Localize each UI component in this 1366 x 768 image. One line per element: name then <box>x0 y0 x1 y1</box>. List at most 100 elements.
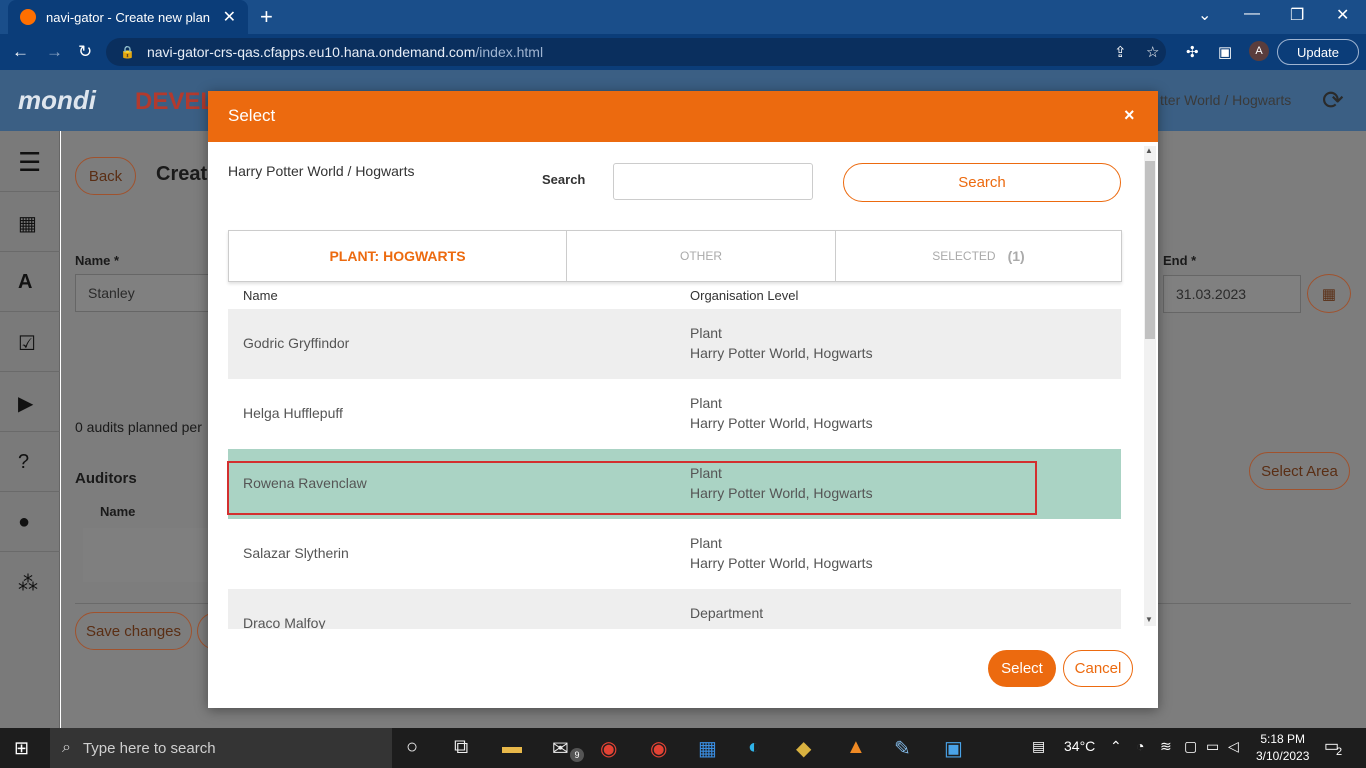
volume-icon[interactable]: ◁ <box>1228 738 1239 755</box>
end-label: End * <box>1163 253 1197 268</box>
row-level: Plant <box>690 325 722 341</box>
restore-icon[interactable]: ❐ <box>1290 5 1304 25</box>
update-button[interactable]: Update <box>1277 39 1359 65</box>
reload-icon[interactable]: ↻ <box>78 42 92 62</box>
extensions-icon[interactable]: ✣ <box>1186 43 1199 61</box>
paint-icon[interactable]: ✎ <box>894 736 911 761</box>
select-button[interactable]: Select <box>988 650 1056 687</box>
play-icon[interactable]: ▶ <box>18 391 33 416</box>
sidepanel-icon[interactable]: ▣ <box>1218 43 1232 61</box>
table-row[interactable]: Draco Malfoy Department <box>228 589 1121 629</box>
share-icon[interactable]: ⇪ <box>1114 43 1127 61</box>
select-dialog: Select × Harry Potter World / Hogwarts S… <box>208 91 1158 708</box>
clock-date: 3/10/2023 <box>1256 749 1310 763</box>
taskbar: ⊞ ⌕ Type here to search ○ ⧉ ▬ ✉ 9 ◉ ◉ ▦ … <box>0 728 1366 768</box>
env-label: DEVEL <box>135 88 216 115</box>
header-breadcrumb: tter World / Hogwarts <box>1160 92 1292 108</box>
dialog-path: Harry Potter World / Hogwarts <box>228 163 415 179</box>
row-level: Plant <box>690 535 722 551</box>
mail-icon[interactable]: ✉ <box>552 736 569 761</box>
tray-chevron-icon[interactable]: ⌃ <box>1110 738 1122 755</box>
taskbar-search[interactable]: ⌕ Type here to search <box>50 728 392 768</box>
vlc-icon[interactable]: ▲ <box>846 736 866 759</box>
scroll-down-icon[interactable]: ▼ <box>1145 615 1153 624</box>
search-button[interactable]: Search <box>843 163 1121 202</box>
dialog-close-icon[interactable]: × <box>1124 105 1135 126</box>
weather-icon[interactable]: ▤ <box>1032 738 1045 755</box>
network-icon[interactable]: ◔ <box>1136 738 1144 754</box>
row-name: Helga Hufflepuff <box>243 405 343 421</box>
file-explorer-icon[interactable]: ▬ <box>502 736 522 759</box>
auditors-heading: Auditors <box>75 470 137 487</box>
task-view-icon[interactable]: ⧉ <box>454 736 468 759</box>
sidebar: ☰ ▦ A ☑ ▶ ? ● ⁂ <box>0 131 60 728</box>
row-path: Harry Potter World, Hogwarts <box>690 345 873 361</box>
store-icon[interactable]: ▦ <box>698 736 717 761</box>
column-header-name[interactable]: Name <box>243 288 278 303</box>
chrome-icon[interactable]: ◉ <box>650 736 667 761</box>
temperature: 34°C <box>1064 738 1096 754</box>
device-icon[interactable]: ▢ <box>1184 738 1197 755</box>
battery-icon[interactable]: ▭ <box>1206 738 1219 755</box>
lock-icon: 🔒 <box>120 45 135 59</box>
apps-icon[interactable]: ⁂ <box>18 571 38 596</box>
end-date-field[interactable]: 31.03.2023 <box>1163 275 1301 313</box>
user-icon[interactable]: ● <box>18 511 30 534</box>
save-changes-button[interactable]: Save changes <box>75 612 192 650</box>
search-input[interactable] <box>613 163 813 200</box>
scroll-up-icon[interactable]: ▲ <box>1145 146 1153 155</box>
select-area-button[interactable]: Select Area <box>1249 452 1350 490</box>
checkbox-icon[interactable]: ☑ <box>18 331 36 356</box>
back-button[interactable]: Back <box>75 157 136 195</box>
selection-highlight-box <box>227 461 1037 515</box>
auditors-col-name: Name <box>100 504 136 519</box>
table-row[interactable]: Godric Gryffindor Plant Harry Potter Wor… <box>228 309 1121 379</box>
minimize-icon[interactable]: — <box>1244 5 1260 23</box>
name-field[interactable]: Stanley <box>75 274 209 312</box>
favicon-icon <box>20 9 36 25</box>
system-clock[interactable]: 5:18 PM 3/10/2023 <box>1256 731 1309 765</box>
row-level: Plant <box>690 395 722 411</box>
wifi-icon[interactable]: ≋ <box>1160 738 1172 755</box>
tab-close-icon[interactable]: ✕ <box>223 7 236 27</box>
cancel-button[interactable]: Cancel <box>1063 650 1133 687</box>
tab-other[interactable]: OTHER <box>567 231 836 281</box>
menu-icon[interactable]: ☰ <box>18 147 41 178</box>
cortana-icon[interactable]: ○ <box>406 736 418 759</box>
edge-icon[interactable]: ◐ <box>748 736 760 759</box>
address-toolbar: ← → ↻ 🔒 navi-gator-crs-qas.cfapps.eu10.h… <box>0 34 1366 70</box>
name-label: Name * <box>75 253 120 268</box>
tab-plant[interactable]: PLANT: HOGWARTS <box>229 231 567 281</box>
column-header-org-level[interactable]: Organisation Level <box>690 288 798 303</box>
photos-icon[interactable]: ▣ <box>944 736 963 761</box>
dialog-title: Select <box>228 106 276 125</box>
window-close-icon[interactable]: ✕ <box>1336 5 1349 25</box>
dialog-tabs: PLANT: HOGWARTS OTHER SELECTED (1) <box>228 230 1122 282</box>
tab-selected[interactable]: SELECTED (1) <box>836 231 1121 281</box>
calendar-picker-button[interactable]: ▦ <box>1307 274 1351 313</box>
row-path: Harry Potter World, Hogwarts <box>690 415 873 431</box>
table-row[interactable]: Salazar Slytherin Plant Harry Potter Wor… <box>228 519 1121 589</box>
new-tab-icon[interactable]: + <box>260 4 273 30</box>
row-name: Godric Gryffindor <box>243 335 350 351</box>
windows-start-icon[interactable]: ⊞ <box>14 738 29 759</box>
row-level: Department <box>690 605 764 621</box>
profile-avatar[interactable]: A <box>1249 41 1269 61</box>
url-path: /index.html <box>475 44 544 60</box>
help-icon[interactable]: ? <box>18 451 29 474</box>
url-bar[interactable]: 🔒 navi-gator-crs-qas.cfapps.eu10.hana.on… <box>106 38 1166 66</box>
font-icon[interactable]: A <box>18 271 32 294</box>
back-arrow-icon[interactable]: ← <box>12 42 29 62</box>
calendar-icon[interactable]: ▦ <box>18 211 37 236</box>
tab-other-label: OTHER <box>680 249 722 263</box>
bookmark-star-icon[interactable]: ☆ <box>1146 43 1159 61</box>
forward-arrow-icon[interactable]: → <box>46 42 63 62</box>
tab-search-icon[interactable]: ⌄ <box>1198 5 1211 25</box>
app-icon[interactable]: ◆ <box>796 736 811 761</box>
scrollbar-thumb[interactable] <box>1145 161 1155 339</box>
chrome-profile-icon[interactable]: ◉ <box>600 736 617 761</box>
refresh-icon[interactable]: ⟳ <box>1322 85 1344 116</box>
table-row[interactable]: Helga Hufflepuff Plant Harry Potter Worl… <box>228 379 1121 449</box>
search-icon: ⌕ <box>62 739 71 756</box>
browser-tab[interactable]: navi-gator - Create new plan ✕ <box>8 0 248 34</box>
